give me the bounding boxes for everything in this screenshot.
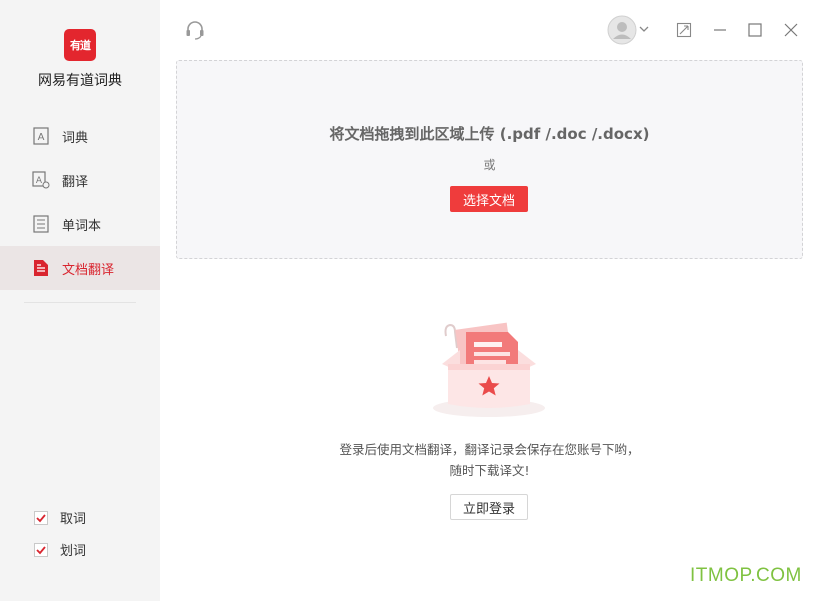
sidebar-item-label: 翻译 [62, 174, 89, 190]
app-logo: 有道 [64, 29, 96, 61]
option-pick-word[interactable]: 取词 [34, 508, 86, 527]
pick-word-checkbox[interactable] [34, 510, 48, 525]
document-box-illustration [433, 322, 545, 417]
sidebar-item-dictionary[interactable]: A 词典 [0, 114, 160, 158]
sidebar-item-document-translate[interactable]: 文档翻译 [0, 246, 160, 290]
watermark: ITMOP.COM [690, 565, 802, 586]
sidebar-item-label: 单词本 [62, 218, 102, 234]
option-label: 取词 [60, 512, 87, 527]
avatar[interactable] [607, 15, 637, 45]
login-hint-line2: 随时下载译文! [449, 463, 530, 478]
svg-text:A: A [38, 132, 45, 143]
sidebar-item-label: 词典 [62, 130, 89, 146]
upload-dropzone[interactable]: 将文档拖拽到此区域上传 (.pdf /.doc /.docx) 或 选择文档 [176, 60, 803, 259]
login-hint-line1: 登录后使用文档翻译，翻译记录会保存在您账号下哟， [339, 442, 640, 457]
svg-text:A: A [36, 176, 43, 186]
close-icon[interactable] [781, 20, 801, 40]
check-icon [36, 513, 46, 522]
login-now-button[interactable]: 立即登录 [450, 494, 528, 520]
option-label: 划词 [60, 544, 87, 559]
sidebar: 有道 网易有道词典 A 词典 A 翻译 单词本 文档翻译 取词 划词 [0, 0, 160, 601]
sidebar-item-wordbook[interactable]: 单词本 [0, 202, 160, 246]
sidebar-item-translate[interactable]: A 翻译 [0, 158, 160, 202]
dropzone-or: 或 [483, 158, 496, 172]
app-name: 网易有道词典 [38, 73, 122, 89]
logo-text: 有道 [70, 39, 91, 52]
sidebar-divider [24, 302, 136, 303]
choose-document-button[interactable]: 选择文档 [450, 186, 528, 212]
maximize-icon[interactable] [745, 20, 765, 40]
select-word-checkbox[interactable] [34, 542, 48, 557]
chevron-down-icon[interactable] [638, 23, 650, 35]
dropzone-title: 将文档拖拽到此区域上传 (.pdf /.doc /.docx) [329, 125, 650, 143]
wordbook-icon [32, 215, 50, 233]
document-icon [32, 259, 50, 277]
headset-icon[interactable] [183, 18, 207, 42]
option-select-word[interactable]: 划词 [34, 540, 86, 559]
sidebar-item-label: 文档翻译 [62, 262, 115, 278]
check-icon [36, 545, 46, 554]
dictionary-icon: A [32, 127, 50, 145]
compact-mode-icon[interactable] [674, 20, 694, 40]
minimize-icon[interactable] [710, 20, 730, 40]
empty-state-illustration [430, 320, 548, 420]
translate-icon: A [32, 171, 50, 189]
